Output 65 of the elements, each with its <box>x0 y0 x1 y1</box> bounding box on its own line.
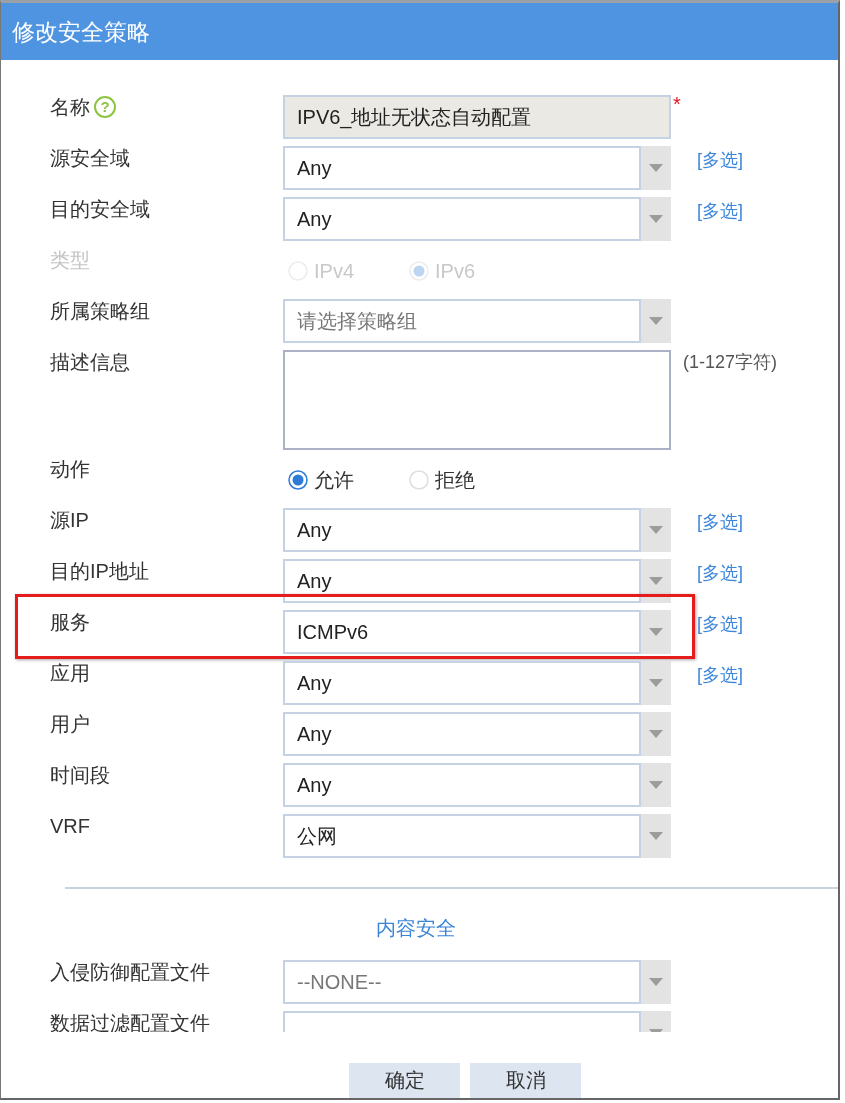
dropdown-button[interactable] <box>641 960 671 1004</box>
select-field[interactable]: 公网 <box>283 814 641 858</box>
textarea-field[interactable] <box>283 350 671 450</box>
dropdown-button[interactable] <box>641 712 671 756</box>
field-label: 描述信息 <box>50 350 130 373</box>
dropdown-button[interactable] <box>641 559 671 603</box>
caret-down-icon <box>649 978 663 986</box>
caret-down-icon <box>649 215 663 223</box>
section-title: 内容安全 <box>375 917 456 939</box>
field-label: 所属策略组 <box>50 299 150 322</box>
select-field[interactable]: Any <box>283 763 641 807</box>
dropdown-button[interactable] <box>641 610 671 654</box>
dropdown-button[interactable] <box>641 814 671 858</box>
select-field[interactable]: Any <box>283 508 641 552</box>
select-field[interactable]: Any <box>283 146 641 190</box>
field-label: 时间段 <box>50 763 110 786</box>
required-mark: * <box>673 96 681 112</box>
select-field[interactable]: Any <box>283 712 641 756</box>
dropdown-button[interactable] <box>641 661 671 705</box>
dialog-button[interactable]: 确定 <box>349 1063 460 1098</box>
field-label: 名称 <box>50 95 90 118</box>
radio-option[interactable]: 允许 <box>288 466 409 494</box>
dropdown-button[interactable] <box>641 146 671 190</box>
field-label: 源安全域 <box>50 146 130 169</box>
multi-select-link[interactable]: [多选] <box>697 149 743 171</box>
caret-down-icon <box>649 164 663 172</box>
field-label: 服务 <box>50 610 90 633</box>
field-label: 目的IP地址 <box>50 559 149 582</box>
dropdown-button[interactable] <box>641 299 671 343</box>
caret-down-icon <box>649 832 663 840</box>
multi-select-link[interactable]: [多选] <box>697 562 743 584</box>
dialog-title: 修改安全策略 <box>12 17 150 46</box>
caret-down-icon <box>649 577 663 585</box>
caret-down-icon <box>649 526 663 534</box>
field-label: 动作 <box>50 457 90 480</box>
field-label: 目的安全域 <box>50 197 150 220</box>
field-label: 数据过滤配置文件 <box>50 1011 210 1032</box>
field-label: 源IP <box>50 508 89 531</box>
multi-select-link[interactable]: [多选] <box>697 511 743 533</box>
select-field[interactable]: ICMPv6 <box>283 610 641 654</box>
field-label: 入侵防御配置文件 <box>50 960 210 983</box>
caret-down-icon <box>649 317 663 325</box>
multi-select-link[interactable]: [多选] <box>697 613 743 635</box>
input-field[interactable]: IPV6_地址无状态自动配置 <box>283 95 671 139</box>
select-field[interactable]: 请选择策略组 <box>283 299 641 343</box>
field-label: 应用 <box>50 661 90 684</box>
dropdown-button[interactable] <box>641 197 671 241</box>
select-field[interactable]: Any <box>283 661 641 705</box>
multi-select-link[interactable]: [多选] <box>697 664 743 686</box>
caret-down-icon <box>649 679 663 687</box>
field-label: 用户 <box>50 712 90 735</box>
dialog-button[interactable]: 取消 <box>470 1063 581 1098</box>
field-label: VRF <box>50 814 90 837</box>
caret-down-icon <box>649 628 663 636</box>
dropdown-button[interactable] <box>641 763 671 807</box>
radio-option[interactable]: 拒绝 <box>409 466 530 494</box>
caret-down-icon <box>649 730 663 738</box>
select-field[interactable]: Any <box>283 559 641 603</box>
multi-select-link[interactable]: [多选] <box>697 200 743 222</box>
select-field[interactable]: --NONE-- <box>283 960 641 1004</box>
caret-down-icon <box>649 781 663 789</box>
field-label: 类型 <box>50 248 90 271</box>
select-field[interactable]: Any <box>283 197 641 241</box>
dropdown-button[interactable] <box>641 508 671 552</box>
length-hint: (1-127字符) <box>683 351 778 373</box>
